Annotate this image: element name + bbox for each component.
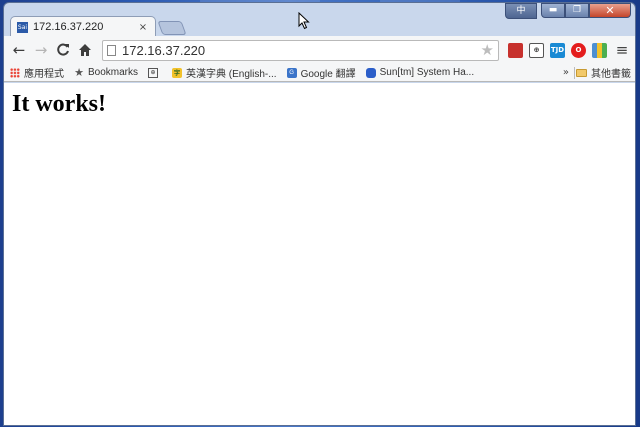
reload-button[interactable]	[52, 39, 74, 61]
back-button[interactable]: ←	[8, 39, 30, 61]
bookmark-label: Google 翻譯	[300, 69, 356, 80]
page-heading: It works!	[12, 91, 106, 117]
browser-toolbar: ← → 172.16.37.220 ★ ⊕ TJD O ≡	[4, 36, 635, 64]
window-controls: 中 ▬ ❐ ✕	[505, 3, 631, 19]
other-bookmarks-label: 其他書籤	[591, 69, 631, 80]
browser-window: 中 ▬ ❐ ✕ Sai 172.16.37.220 × ← → 172.16.3	[3, 2, 636, 426]
dictionary-icon: ⊕	[148, 67, 159, 78]
url-text[interactable]: 172.16.37.220	[122, 43, 481, 58]
bookmark-bookmarks[interactable]: ★ Bookmarks	[74, 67, 139, 79]
tab-active[interactable]: Sai 172.16.37.220 ×	[10, 16, 156, 37]
tab-close-icon[interactable]: ×	[137, 22, 149, 33]
tjd-extension-icon[interactable]: TJD	[550, 42, 565, 58]
tab-strip: Sai 172.16.37.220 ×	[10, 15, 187, 37]
close-window-button[interactable]: ✕	[589, 3, 631, 18]
bookmark-star-icon[interactable]: ★	[481, 41, 494, 59]
home-button[interactable]	[74, 39, 96, 61]
page-icon	[107, 44, 116, 56]
bookmark-apps[interactable]: 應用程式	[10, 65, 64, 80]
bookmark-dictionary[interactable]: ⊕	[148, 67, 162, 78]
site-favicon-icon: Sai	[17, 21, 28, 33]
apps-icon	[10, 67, 20, 78]
yellow-dict-icon: 字	[172, 67, 183, 78]
dictionary-extension-icon[interactable]: ⊕	[529, 42, 544, 58]
address-bar[interactable]: 172.16.37.220 ★	[102, 39, 499, 61]
maximize-button[interactable]: ❐	[565, 3, 589, 18]
bookmark-label: Bookmarks	[88, 67, 139, 78]
reload-icon	[57, 43, 69, 56]
bookmark-label: Sun[tm] System Ha...	[379, 67, 475, 78]
chrome-menu-icon[interactable]: ≡	[613, 41, 631, 59]
home-icon	[79, 44, 91, 56]
minimize-button[interactable]: ▬	[541, 3, 565, 18]
bookmarks-separator	[574, 66, 575, 79]
sun-icon	[365, 67, 376, 78]
book-extension-icon[interactable]	[508, 42, 523, 58]
star-icon: ★	[74, 67, 84, 79]
new-tab-button[interactable]	[157, 21, 187, 35]
forward-button[interactable]: →	[30, 39, 52, 61]
opera-extension-icon[interactable]: O	[571, 42, 586, 58]
bookmark-label: 應用程式	[24, 69, 64, 80]
bars-extension-icon[interactable]	[592, 42, 607, 58]
folder-icon	[576, 68, 587, 77]
page-content: It works!	[4, 83, 635, 425]
mouse-cursor-icon	[298, 12, 310, 30]
bookmark-sun-system[interactable]: Sun[tm] System Ha...	[365, 67, 475, 78]
bookmarks-overflow-button[interactable]: »	[563, 67, 569, 78]
google-translate-icon: G	[286, 67, 297, 78]
bookmarks-bar: 應用程式 ★ Bookmarks ⊕ 字 英漢字典 (English-... G…	[4, 64, 635, 82]
tab-title: 172.16.37.220	[33, 21, 104, 33]
bookmark-google-translate[interactable]: G Google 翻譯	[286, 65, 356, 80]
bookmark-english-dict[interactable]: 字 英漢字典 (English-...	[172, 65, 277, 80]
other-bookmarks[interactable]: 其他書籤	[576, 65, 631, 80]
bookmark-label: 英漢字典 (English-...	[186, 69, 277, 80]
ime-indicator[interactable]: 中	[505, 3, 537, 19]
